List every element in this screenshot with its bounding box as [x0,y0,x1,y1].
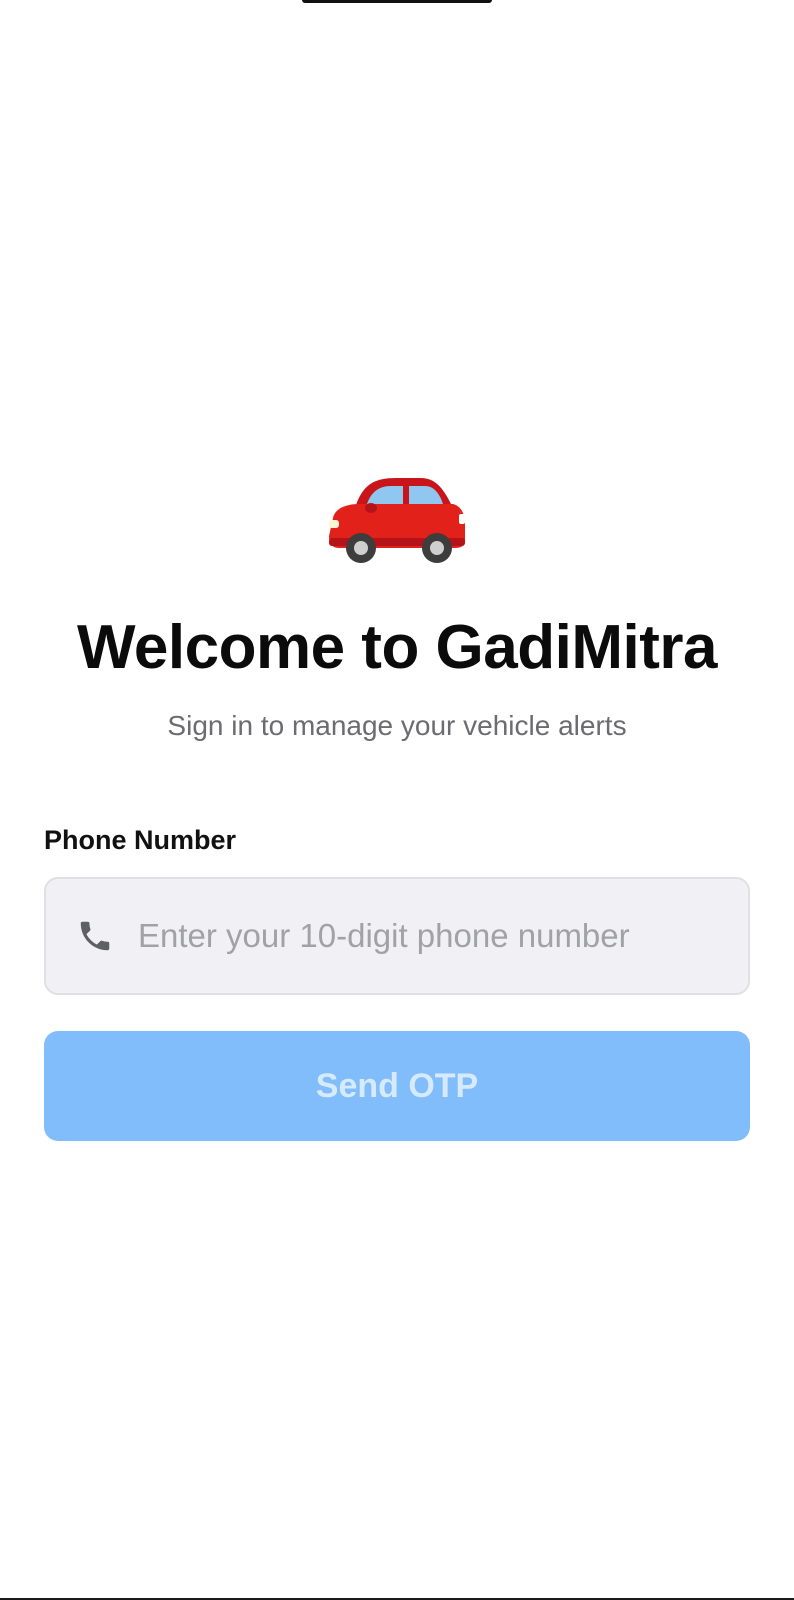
page-subtitle: Sign in to manage your vehicle alerts [167,710,627,741]
phone-input-container[interactable] [44,877,750,995]
red-car-icon [329,478,465,563]
phone-number-label: Phone Number [44,825,237,855]
phone-number-input[interactable] [138,917,698,955]
phone-icon [80,921,110,951]
login-screen: Welcome to GadiMitra Sign in to manage y… [0,0,794,1600]
camera-notch [302,0,492,3]
send-otp-button[interactable]: Send OTP [44,1031,750,1141]
page-title: Welcome to GadiMitra [77,613,717,682]
